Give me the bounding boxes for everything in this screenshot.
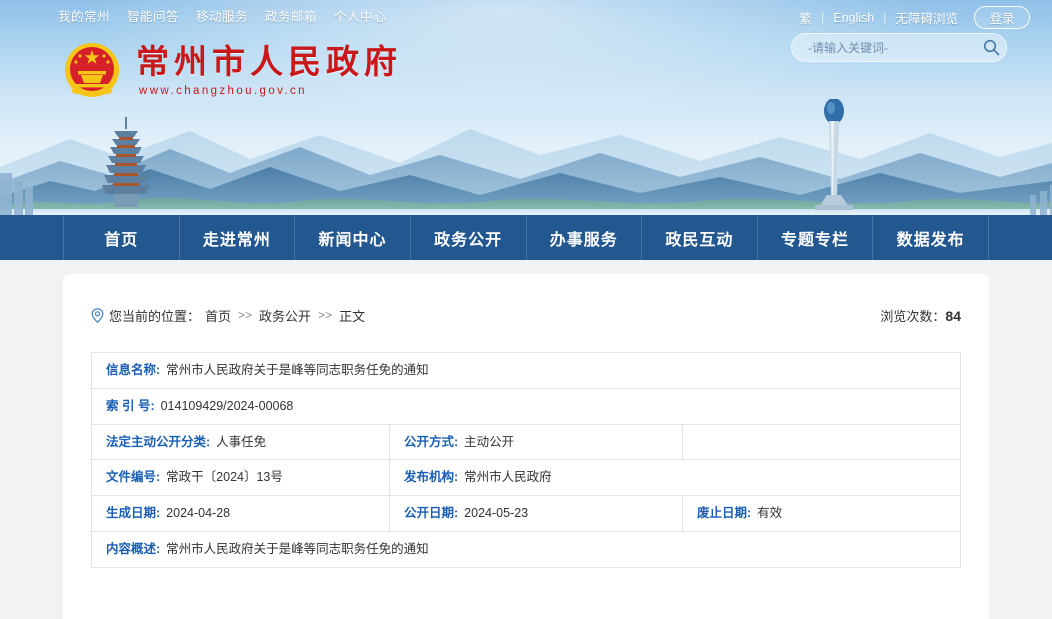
nav-about-changzhou[interactable]: 走进常州 bbox=[180, 215, 296, 260]
nav-special-topics[interactable]: 专题专栏 bbox=[758, 215, 874, 260]
topnav-gov-mail[interactable]: 政务邮箱 bbox=[265, 6, 317, 25]
table-row: 法定主动公开分类: 人事任免 公开方式: 主动公开 bbox=[92, 424, 960, 461]
info-value: 常州市人民政府关于是峰等同志职务任免的通知 bbox=[166, 541, 429, 556]
login-button[interactable]: 登录 bbox=[974, 6, 1030, 29]
document-info-table: 信息名称: 常州市人民政府关于是峰等同志职务任免的通知 索 引 号: 01410… bbox=[91, 352, 961, 568]
breadcrumb-separator-1: >> bbox=[238, 308, 253, 322]
nav-interaction[interactable]: 政民互动 bbox=[642, 215, 758, 260]
topnav-smart-qa[interactable]: 智能问答 bbox=[127, 6, 179, 25]
info-cell-summary: 内容概述: 常州市人民政府关于是峰等同志职务任免的通知 bbox=[92, 532, 960, 567]
info-label: 废止日期: bbox=[697, 506, 752, 520]
view-count-label: 浏览次数： bbox=[880, 308, 946, 324]
info-cell-expiry-date: 废止日期: 有效 bbox=[683, 496, 960, 531]
table-row: 索 引 号: 014109429/2024-00068 bbox=[92, 389, 960, 425]
topnav-user-center[interactable]: 个人中心 bbox=[334, 6, 386, 25]
info-cell-published-date: 公开日期: 2024-05-23 bbox=[390, 496, 683, 531]
search-box[interactable] bbox=[791, 33, 1007, 62]
info-cell-created-date: 生成日期: 2024-04-28 bbox=[92, 496, 390, 531]
tv-tower-landmark-icon bbox=[815, 99, 853, 210]
info-value: 常政干〔2024〕13号 bbox=[166, 470, 283, 485]
table-row: 文件编号: 常政干〔2024〕13号 发布机构: 常州市人民政府 bbox=[92, 460, 960, 496]
nav-data-release[interactable]: 数据发布 bbox=[873, 215, 989, 260]
breadcrumb-row: 您当前的位置： 首页 >> 政务公开 >> 正文 浏览次数：84 bbox=[91, 296, 961, 330]
breadcrumb-item-disclosure[interactable]: 政务公开 bbox=[259, 306, 311, 325]
topnav-mobile-service[interactable]: 移动服务 bbox=[196, 6, 248, 25]
main-navigation: 首页 走进常州 新闻中心 政务公开 办事服务 政民互动 专题专栏 数据发布 bbox=[0, 215, 1052, 260]
info-label: 文件编号: bbox=[106, 470, 161, 485]
info-label: 公开方式: bbox=[404, 434, 459, 449]
breadcrumb: 您当前的位置： 首页 >> 政务公开 >> 正文 bbox=[91, 306, 365, 325]
table-row: 内容概述: 常州市人民政府关于是峰等同志职务任免的通知 bbox=[92, 532, 960, 567]
search-icon[interactable] bbox=[976, 39, 1006, 56]
info-label: 信息名称: bbox=[106, 363, 161, 377]
english-link[interactable]: English bbox=[833, 11, 874, 25]
site-logo[interactable]: 常州市人民政府 www.changzhou.gov.cn bbox=[62, 40, 402, 100]
info-label: 索 引 号: bbox=[106, 398, 155, 413]
breadcrumb-separator-2: >> bbox=[318, 308, 333, 322]
pagoda-landmark-icon bbox=[102, 117, 150, 207]
traditional-chinese-link[interactable]: 繁 bbox=[799, 8, 812, 27]
view-count: 浏览次数：84 bbox=[880, 306, 961, 325]
page-body: 您当前的位置： 首页 >> 政务公开 >> 正文 浏览次数：84 信息名称: 常… bbox=[0, 260, 1052, 619]
info-value: 常州市人民政府 bbox=[464, 470, 552, 485]
breadcrumb-item-home[interactable]: 首页 bbox=[205, 306, 231, 325]
info-value: 有效 bbox=[757, 506, 783, 520]
location-pin-icon bbox=[91, 307, 104, 323]
info-value: 常州市人民政府关于是峰等同志职务任免的通知 bbox=[166, 363, 429, 377]
tools-separator-1: | bbox=[820, 10, 825, 25]
national-emblem-icon bbox=[62, 40, 122, 100]
info-label: 内容概述: bbox=[106, 541, 161, 556]
nav-home[interactable]: 首页 bbox=[63, 215, 180, 260]
info-value: 人事任免 bbox=[216, 434, 267, 449]
tools-separator-2: | bbox=[883, 10, 887, 25]
nav-services[interactable]: 办事服务 bbox=[527, 215, 643, 260]
info-label: 生成日期: bbox=[106, 506, 161, 520]
info-cell-empty bbox=[683, 425, 960, 460]
site-url: www.changzhou.gov.cn bbox=[139, 84, 307, 97]
nav-news-center[interactable]: 新闻中心 bbox=[295, 215, 411, 260]
table-row: 信息名称: 常州市人民政府关于是峰等同志职务任免的通知 bbox=[92, 353, 960, 389]
info-label: 法定主动公开分类: bbox=[106, 434, 211, 449]
breadcrumb-prefix: 您当前的位置： bbox=[109, 308, 201, 324]
info-label: 发布机构: bbox=[404, 470, 459, 485]
info-value: 2024-04-28 bbox=[166, 506, 231, 520]
top-tools-bar: 繁 | English | 无障碍浏览 登录 bbox=[799, 6, 1030, 29]
site-banner: 我的常州 智能问答 移动服务 政务邮箱 个人中心 繁 | English | 无… bbox=[0, 0, 1052, 215]
breadcrumb-item-current: 正文 bbox=[339, 308, 366, 324]
info-cell-disclosure-mode: 公开方式: 主动公开 bbox=[390, 424, 683, 460]
table-row: 生成日期: 2024-04-28 公开日期: 2024-05-23 废止日期: … bbox=[92, 496, 960, 532]
info-value: 014109429/2024-00068 bbox=[160, 398, 294, 413]
content-card: 您当前的位置： 首页 >> 政务公开 >> 正文 浏览次数：84 信息名称: 常… bbox=[63, 274, 989, 619]
accessibility-link[interactable]: 无障碍浏览 bbox=[895, 8, 958, 27]
info-value: 2024-05-23 bbox=[464, 506, 529, 520]
info-cell-index: 索 引 号: 014109429/2024-00068 bbox=[92, 389, 960, 424]
info-cell-name: 信息名称: 常州市人民政府关于是峰等同志职务任免的通知 bbox=[92, 353, 960, 388]
top-nav-links: 我的常州 智能问答 移动服务 政务邮箱 个人中心 bbox=[58, 6, 386, 25]
nav-gov-disclosure[interactable]: 政务公开 bbox=[411, 215, 527, 260]
banner-scenery bbox=[0, 95, 1052, 215]
site-title: 常州市人民政府 bbox=[136, 42, 402, 82]
view-count-value: 84 bbox=[945, 307, 961, 324]
info-cell-category: 法定主动公开分类: 人事任免 bbox=[92, 424, 390, 460]
info-value: 主动公开 bbox=[464, 434, 515, 449]
info-cell-doc-number: 文件编号: 常政干〔2024〕13号 bbox=[92, 460, 390, 495]
search-input[interactable] bbox=[792, 40, 976, 55]
info-cell-publisher: 发布机构: 常州市人民政府 bbox=[390, 460, 960, 495]
topnav-my-changzhou[interactable]: 我的常州 bbox=[58, 6, 110, 25]
info-label: 公开日期: bbox=[404, 506, 459, 520]
